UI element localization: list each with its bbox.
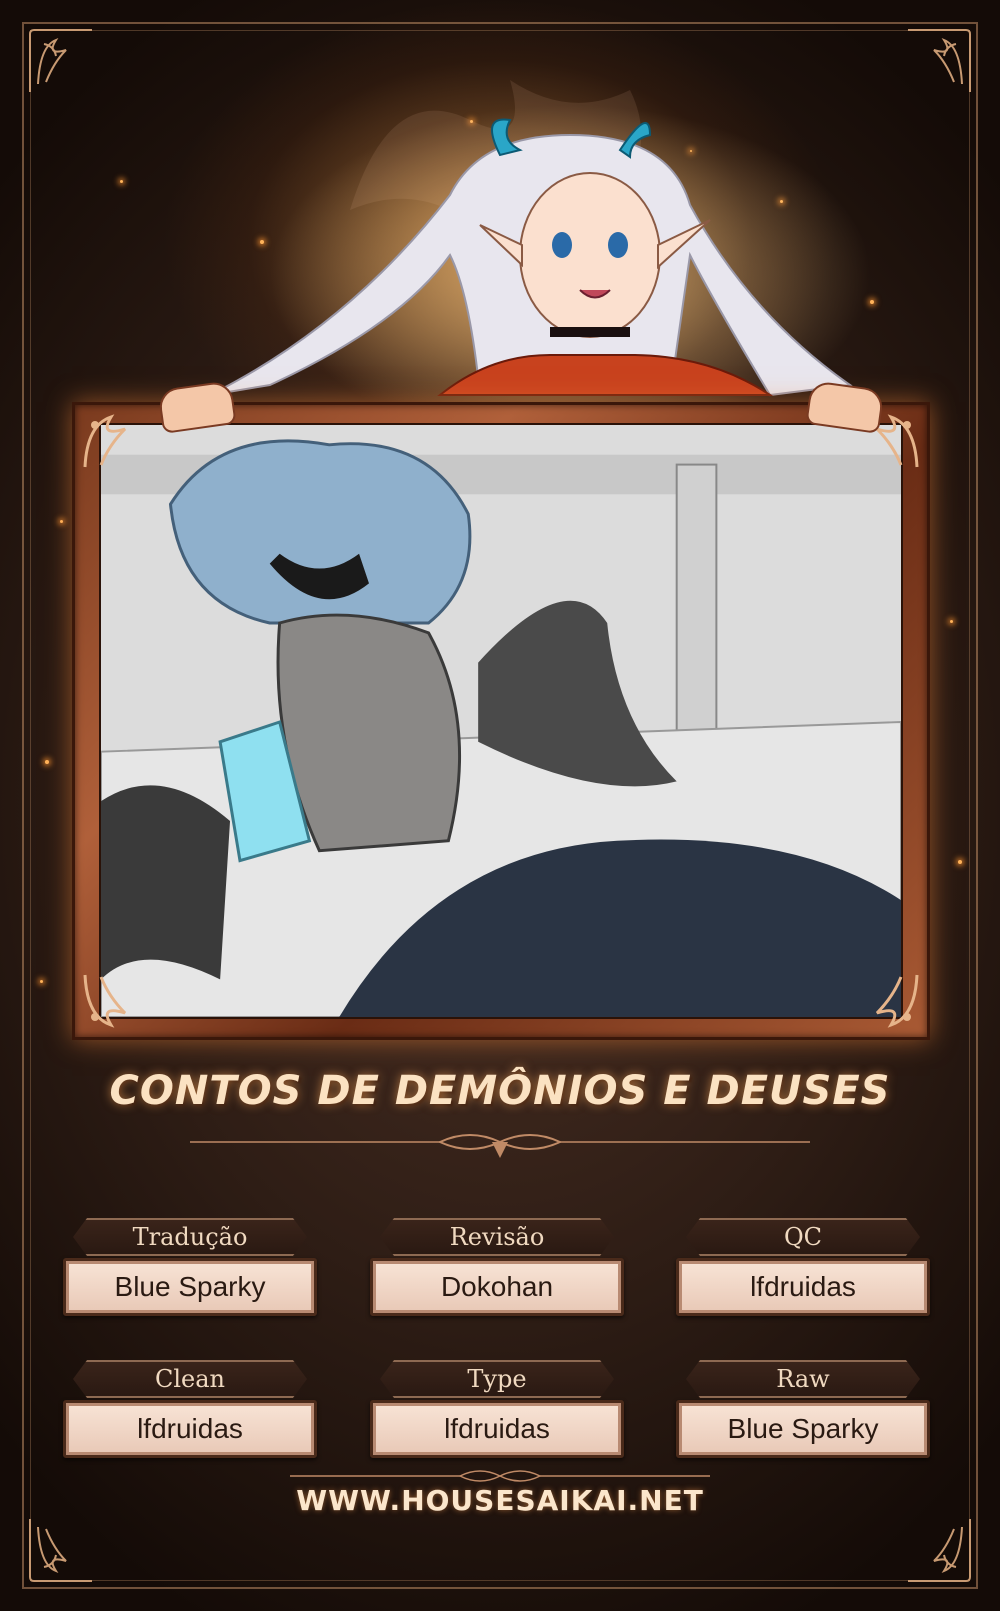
- credit-type: Type lfdruidas: [370, 1360, 624, 1470]
- ornament-divider-icon: [190, 1128, 810, 1162]
- comic-panel-image: [99, 423, 903, 1019]
- corner-ornament-icon: [904, 26, 974, 96]
- credits-card: CONTOS DE DEMÔNIOS E DEUSES Tradução Blu…: [0, 0, 1000, 1611]
- corner-ornament-icon: [26, 26, 96, 96]
- corner-ornament-icon: [26, 1515, 96, 1585]
- picture-frame: [72, 402, 930, 1040]
- credit-name-plaque: Dokohan: [370, 1258, 624, 1316]
- credit-role-label: Revisão: [380, 1218, 614, 1256]
- credit-translation: Tradução Blue Sparky: [63, 1218, 317, 1328]
- mascot-illustration: [150, 95, 930, 445]
- credit-role-label: QC: [686, 1218, 920, 1256]
- frame-corner-icon: [81, 411, 141, 471]
- corner-ornament-icon: [904, 1515, 974, 1585]
- credit-role-label: Raw: [686, 1360, 920, 1398]
- credit-role-label: Tradução: [73, 1218, 307, 1256]
- credit-raw: Raw Blue Sparky: [676, 1360, 930, 1470]
- series-title: CONTOS DE DEMÔNIOS E DEUSES: [109, 1068, 891, 1114]
- credit-name-plaque: lfdruidas: [370, 1400, 624, 1458]
- credit-role-label: Clean: [73, 1360, 307, 1398]
- frame-corner-icon: [81, 971, 141, 1031]
- footer-ornament-icon: [290, 1466, 710, 1486]
- credit-qc: QC lfdruidas: [676, 1218, 930, 1328]
- frame-corner-icon: [861, 971, 921, 1031]
- credit-revision: Revisão Dokohan: [370, 1218, 624, 1328]
- credit-name-plaque: lfdruidas: [676, 1258, 930, 1316]
- credit-name-plaque: lfdruidas: [63, 1400, 317, 1458]
- credit-name-plaque: Blue Sparky: [63, 1258, 317, 1316]
- credit-role-label: Type: [380, 1360, 614, 1398]
- website-url[interactable]: WWW.HOUSESAIKAI.NET: [0, 1484, 1000, 1517]
- credit-clean: Clean lfdruidas: [63, 1360, 317, 1470]
- credit-name-plaque: Blue Sparky: [676, 1400, 930, 1458]
